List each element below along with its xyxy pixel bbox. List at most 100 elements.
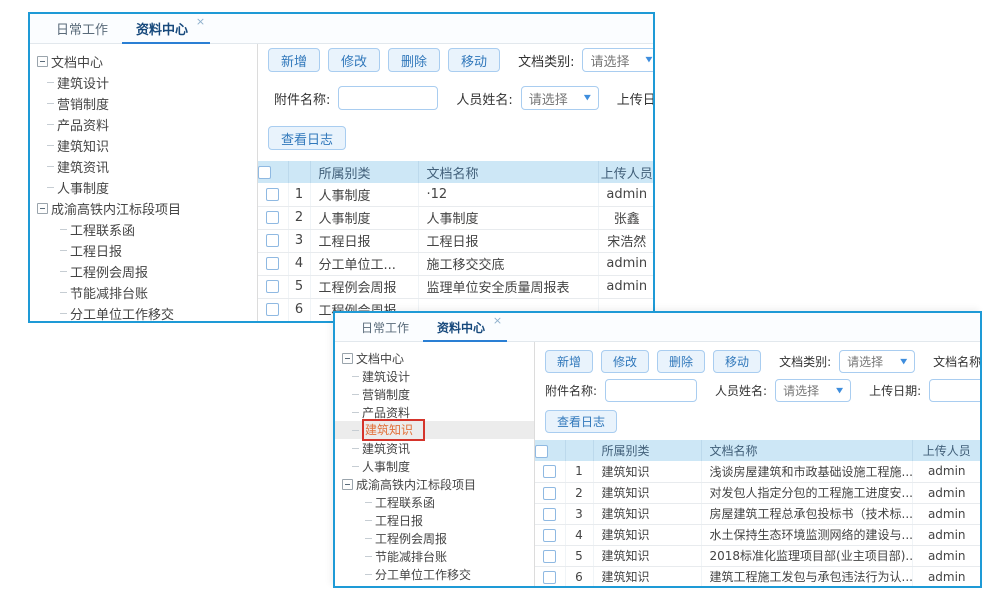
checkbox-cell	[535, 524, 565, 545]
add-button[interactable]: 新增	[268, 48, 320, 72]
table-row[interactable]: 1人事制度·12admin	[258, 183, 653, 206]
tree-item[interactable]: 工程联系函	[335, 493, 534, 511]
row-checkbox[interactable]	[266, 303, 279, 316]
tree-connector-icon	[365, 538, 372, 539]
modify-button[interactable]: 修改	[601, 350, 649, 373]
tree-item[interactable]: 分工单位工作移交	[30, 303, 257, 321]
table-row[interactable]: 1建筑知识浅谈房屋建筑和市政基础设施工程施...admin	[535, 461, 980, 482]
table-row[interactable]: 2建筑知识对发包人指定分包的工程施工进度安...admin	[535, 482, 980, 503]
move-button[interactable]: 移动	[448, 48, 500, 72]
doc-category-select[interactable]: 请选择▼	[582, 48, 653, 72]
table-row[interactable]: 4分工单位工...施工移交交底admin	[258, 252, 653, 275]
delete-button[interactable]: 删除	[657, 350, 705, 373]
attachment-name-input[interactable]	[605, 379, 697, 402]
tab-label: 资料中心	[136, 19, 188, 38]
tree-item[interactable]: 建筑资讯	[335, 439, 534, 457]
tree-item[interactable]: 节能减排台账	[30, 282, 257, 303]
person-name-label: 人员姓名:	[715, 382, 767, 399]
table-row[interactable]: 4建筑知识水土保持生态环境监测网络的建设与...admin	[535, 524, 980, 545]
row-checkbox[interactable]	[266, 257, 279, 270]
row-checkbox[interactable]	[266, 211, 279, 224]
tree-connector-icon	[60, 313, 67, 314]
table-row[interactable]: 5工程例会周报监理单位安全质量周报表admin	[258, 275, 653, 298]
table-row[interactable]: 3建筑知识房屋建筑工程总承包投标书（技术标...admin	[535, 503, 980, 524]
close-icon[interactable]: ×	[493, 315, 502, 326]
tab-daily-work[interactable]: 日常工作	[42, 14, 122, 43]
row-number: 2	[565, 482, 593, 503]
tree-item[interactable]: 建筑知识	[335, 421, 534, 439]
tab-daily-work[interactable]: 日常工作	[347, 313, 423, 341]
tree-connector-icon	[60, 271, 67, 272]
close-icon[interactable]: ×	[196, 16, 205, 27]
tree-item[interactable]: 工程例会周报	[30, 261, 257, 282]
tree-item[interactable]: 文档中心	[335, 349, 534, 367]
tree-item[interactable]: 工程日报	[335, 511, 534, 529]
row-checkbox[interactable]	[543, 571, 556, 584]
tree-item[interactable]: 建筑知识	[30, 135, 257, 156]
tree-item[interactable]: 工程联系函	[30, 219, 257, 240]
documents-table: 所属别类文档名称上传人员1人事制度·12admin2人事制度人事制度张鑫3工程日…	[258, 161, 653, 321]
modify-button[interactable]: 修改	[328, 48, 380, 72]
collapse-icon[interactable]	[37, 203, 48, 214]
tree-item[interactable]: 工程日报	[30, 240, 257, 261]
row-number: 3	[288, 229, 310, 252]
row-checkbox[interactable]	[543, 487, 556, 500]
table-row[interactable]: 5建筑知识2018标准化监理项目部(业主项目部)...admin	[535, 545, 980, 566]
move-button[interactable]: 移动	[713, 350, 761, 373]
tree-item[interactable]: 文档中心	[30, 51, 257, 72]
checkbox-cell	[535, 461, 565, 482]
tab-data-center[interactable]: 资料中心×	[423, 313, 507, 341]
row-number: 6	[288, 298, 310, 321]
tree-item-label: 人事制度	[57, 178, 109, 197]
cell-category: 人事制度	[310, 183, 418, 206]
cell-category: 工程例会周报	[310, 275, 418, 298]
attachment-name-input[interactable]	[338, 86, 438, 110]
row-checkbox[interactable]	[266, 234, 279, 247]
delete-button[interactable]: 删除	[388, 48, 440, 72]
row-checkbox[interactable]	[543, 529, 556, 542]
checkbox-cell	[535, 503, 565, 524]
cell-category: 建筑知识	[593, 524, 701, 545]
tree-item[interactable]: 人事制度	[30, 177, 257, 198]
tree-item[interactable]: 工程例会周报	[335, 529, 534, 547]
content-area: 新增修改删除移动文档类别:请选择▼ 附件名称:人员姓名:请选择▼上传日期: 查看…	[258, 44, 653, 321]
table-row[interactable]: 2人事制度人事制度张鑫	[258, 206, 653, 229]
tree-item[interactable]: 建筑资讯	[30, 156, 257, 177]
person-name-select[interactable]: 请选择▼	[775, 379, 851, 402]
collapse-icon[interactable]	[37, 56, 48, 67]
row-checkbox[interactable]	[266, 188, 279, 201]
person-name-select[interactable]: 请选择▼	[521, 86, 599, 110]
view-log-button[interactable]: 查看日志	[545, 410, 617, 433]
tree-item[interactable]: 成渝高铁内江标段项目	[30, 198, 257, 219]
tree-item[interactable]: 营销制度	[335, 385, 534, 403]
doc-category-select[interactable]: 请选择▼	[839, 350, 915, 373]
tree-item[interactable]: 产品资料	[30, 114, 257, 135]
cell-uploader: admin	[912, 566, 980, 586]
table-row[interactable]: 3工程日报工程日报宋浩然	[258, 229, 653, 252]
document-tree-sidebar: 文档中心建筑设计营销制度产品资料建筑知识建筑资讯人事制度成渝高铁内江标段项目工程…	[335, 342, 535, 586]
select-all-checkbox[interactable]	[535, 445, 548, 458]
row-checkbox[interactable]	[543, 550, 556, 563]
tree-connector-icon	[47, 103, 54, 104]
tree-item[interactable]: 建筑设计	[335, 367, 534, 385]
tree-item[interactable]: 营销制度	[30, 93, 257, 114]
row-checkbox[interactable]	[543, 508, 556, 521]
view-log-button[interactable]: 查看日志	[268, 126, 346, 150]
tree-item[interactable]: 分工单位工作移交	[335, 565, 534, 583]
select-all-checkbox[interactable]	[258, 166, 271, 179]
tree-item-label: 人事制度	[362, 458, 410, 475]
add-button[interactable]: 新增	[545, 350, 593, 373]
tree-item[interactable]: 成渝高铁内江标段项目	[335, 475, 534, 493]
collapse-icon[interactable]	[342, 479, 353, 490]
tab-data-center[interactable]: 资料中心 ×	[122, 14, 210, 43]
toolbar-log-row: 查看日志	[258, 126, 653, 150]
tree-item[interactable]: 建筑设计	[30, 72, 257, 93]
tree-item[interactable]: 人事制度	[335, 457, 534, 475]
row-checkbox[interactable]	[543, 465, 556, 478]
collapse-icon[interactable]	[342, 353, 353, 364]
upload-date-input[interactable]	[929, 379, 980, 402]
table-row[interactable]: 6建筑知识建筑工程施工发包与承包违法行为认...admin	[535, 566, 980, 586]
row-checkbox[interactable]	[266, 280, 279, 293]
column-header-checkbox	[258, 161, 288, 183]
tree-item[interactable]: 节能减排台账	[335, 547, 534, 565]
